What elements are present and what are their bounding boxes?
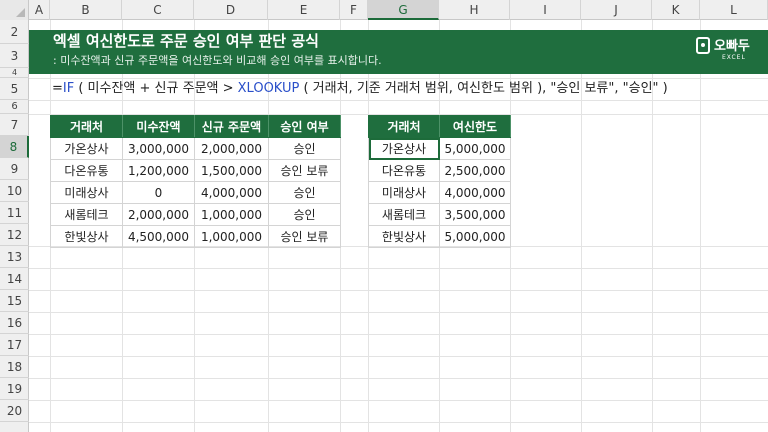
page-subtitle: : 미수잔액과 신규 주문액을 여신한도와 비교해 승인 여부를 표시합니다. bbox=[53, 54, 382, 67]
row-header-4[interactable]: 4 bbox=[0, 68, 29, 78]
cell-client[interactable]: 다온유통 bbox=[50, 159, 123, 182]
cell-client[interactable]: 가온상사 bbox=[50, 137, 123, 160]
table-row: 한빛상사 4,500,000 1,000,000 승인 보류 bbox=[50, 225, 341, 248]
select-all-button[interactable] bbox=[0, 0, 29, 20]
cell-new-order[interactable]: 1,500,000 bbox=[194, 159, 269, 182]
formula-xlookup-function: XLOOKUP bbox=[237, 81, 300, 96]
row-header-6[interactable]: 6 bbox=[0, 100, 29, 114]
cell-approval[interactable]: 승인 bbox=[268, 137, 341, 160]
cell-outstanding[interactable]: 1,200,000 bbox=[122, 159, 195, 182]
orders-header-outstanding[interactable]: 미수잔액 bbox=[122, 115, 195, 138]
table-row: 새롬테크 2,000,000 1,000,000 승인 bbox=[50, 203, 341, 226]
cell-outstanding[interactable]: 0 bbox=[122, 181, 195, 204]
formula-part-2: ( 거래처, 기준 거래처 범위, 여신한도 범위 ), "승인 보류", "승… bbox=[299, 81, 668, 96]
logo-icon bbox=[696, 37, 710, 54]
cell-outstanding[interactable]: 4,500,000 bbox=[122, 225, 195, 248]
column-header-j[interactable]: J bbox=[581, 0, 652, 20]
column-header-c[interactable]: C bbox=[122, 0, 194, 20]
table-row: 다온유통 2,500,000 bbox=[368, 159, 511, 182]
column-header-g[interactable]: G bbox=[368, 0, 439, 20]
cell-client[interactable]: 새롬테크 bbox=[50, 203, 123, 226]
column-header-e[interactable]: E bbox=[268, 0, 340, 20]
row-header-12[interactable]: 12 bbox=[0, 224, 29, 246]
orders-header-row: 거래처 미수잔액 신규 주문액 승인 여부 bbox=[50, 115, 341, 138]
formula-part-1: ( 미수잔액 + 신규 주문액 > bbox=[74, 81, 238, 96]
table-row: 새롬테크 3,500,000 bbox=[368, 203, 511, 226]
column-header-l[interactable]: L bbox=[700, 0, 768, 20]
row-header-bar: 2 3 4 5 6 7 8 9 10 11 12 13 14 15 16 17 … bbox=[0, 20, 29, 432]
orders-header-approval[interactable]: 승인 여부 bbox=[268, 115, 341, 138]
cell-credit-limit[interactable]: 4,000,000 bbox=[439, 181, 511, 204]
column-header-i[interactable]: I bbox=[510, 0, 581, 20]
column-header-b[interactable]: B bbox=[50, 0, 122, 20]
row-header-10[interactable]: 10 bbox=[0, 180, 29, 202]
cell-credit-limit[interactable]: 5,000,000 bbox=[439, 137, 511, 160]
cell-client-selected[interactable]: 가온상사 bbox=[368, 137, 440, 160]
cell-client[interactable]: 미래상사 bbox=[368, 181, 440, 204]
logo-subtext: EXCEL bbox=[722, 54, 746, 61]
column-header-k[interactable]: K bbox=[652, 0, 700, 20]
row-header-7[interactable]: 7 bbox=[0, 114, 29, 136]
cell-approval[interactable]: 승인 보류 bbox=[268, 225, 341, 248]
row-header-18[interactable]: 18 bbox=[0, 356, 29, 378]
credit-limits-table: 거래처 여신한도 가온상사 5,000,000 다온유통 2,500,000 미… bbox=[368, 115, 511, 248]
limits-header-credit-limit[interactable]: 여신한도 bbox=[439, 115, 511, 138]
cell-credit-limit[interactable]: 3,500,000 bbox=[439, 203, 511, 226]
cell-credit-limit[interactable]: 5,000,000 bbox=[439, 225, 511, 248]
row-header-19[interactable]: 19 bbox=[0, 378, 29, 400]
row-header-16[interactable]: 16 bbox=[0, 312, 29, 334]
orders-table: 거래처 미수잔액 신규 주문액 승인 여부 가온상사 3,000,000 2,0… bbox=[50, 115, 341, 248]
cell-credit-limit[interactable]: 2,500,000 bbox=[439, 159, 511, 182]
row-header-2[interactable]: 2 bbox=[0, 20, 29, 44]
table-row: 한빛상사 5,000,000 bbox=[368, 225, 511, 248]
limits-header-client[interactable]: 거래처 bbox=[368, 115, 440, 138]
column-header-d[interactable]: D bbox=[194, 0, 268, 20]
cell-outstanding[interactable]: 2,000,000 bbox=[122, 203, 195, 226]
row-header-3[interactable]: 3 bbox=[0, 44, 29, 68]
row-header-8[interactable]: 8 bbox=[0, 136, 29, 158]
row-header-5[interactable]: 5 bbox=[0, 78, 29, 100]
cell-client[interactable]: 새롬테크 bbox=[368, 203, 440, 226]
limits-header-row: 거래처 여신한도 bbox=[368, 115, 511, 138]
orders-header-new-order[interactable]: 신규 주문액 bbox=[194, 115, 269, 138]
row-header-9[interactable]: 9 bbox=[0, 158, 29, 180]
row-header-17[interactable]: 17 bbox=[0, 334, 29, 356]
row-header-13[interactable]: 13 bbox=[0, 246, 29, 268]
oppadu-logo: 오빠두 EXCEL bbox=[696, 34, 756, 68]
cell-client[interactable]: 한빛상사 bbox=[368, 225, 440, 248]
table-row: 가온상사 3,000,000 2,000,000 승인 bbox=[50, 137, 341, 160]
row-header-20[interactable]: 20 bbox=[0, 400, 29, 422]
cell-approval[interactable]: 승인 bbox=[268, 203, 341, 226]
cell-client[interactable]: 다온유통 bbox=[368, 159, 440, 182]
orders-header-client[interactable]: 거래처 bbox=[50, 115, 123, 138]
table-row: 미래상사 4,000,000 bbox=[368, 181, 511, 204]
row-header-14[interactable]: 14 bbox=[0, 268, 29, 290]
cell-new-order[interactable]: 1,000,000 bbox=[194, 225, 269, 248]
cell-approval[interactable]: 승인 보류 bbox=[268, 159, 341, 182]
logo-text: 오빠두 bbox=[714, 39, 750, 54]
table-row: 다온유통 1,200,000 1,500,000 승인 보류 bbox=[50, 159, 341, 182]
column-header-h[interactable]: H bbox=[439, 0, 510, 20]
row-header-11[interactable]: 11 bbox=[0, 202, 29, 224]
column-header-bar: A B C D E F G H I J K L bbox=[0, 0, 768, 20]
formula-equals: = bbox=[52, 81, 63, 96]
cell-new-order[interactable]: 2,000,000 bbox=[194, 137, 269, 160]
cell-approval[interactable]: 승인 bbox=[268, 181, 341, 204]
cell-client[interactable]: 한빛상사 bbox=[50, 225, 123, 248]
column-header-f[interactable]: F bbox=[340, 0, 368, 20]
column-header-a[interactable]: A bbox=[29, 0, 50, 20]
cell-new-order[interactable]: 4,000,000 bbox=[194, 181, 269, 204]
cell-outstanding[interactable]: 3,000,000 bbox=[122, 137, 195, 160]
cell-new-order[interactable]: 1,000,000 bbox=[194, 203, 269, 226]
cell-client[interactable]: 미래상사 bbox=[50, 181, 123, 204]
table-row: 가온상사 5,000,000 bbox=[368, 137, 511, 160]
page-title: 엑셀 여신한도로 주문 승인 여부 판단 공식 bbox=[53, 32, 319, 50]
formula-if-function: IF bbox=[62, 81, 75, 96]
formula-text[interactable]: =IF ( 미수잔액 + 신규 주문액 > XLOOKUP ( 거래처, 기준 … bbox=[52, 80, 668, 98]
row-header-15[interactable]: 15 bbox=[0, 290, 29, 312]
table-row: 미래상사 0 4,000,000 승인 bbox=[50, 181, 341, 204]
title-banner: 엑셀 여신한도로 주문 승인 여부 판단 공식 : 미수잔액과 신규 주문액을 … bbox=[29, 30, 768, 74]
